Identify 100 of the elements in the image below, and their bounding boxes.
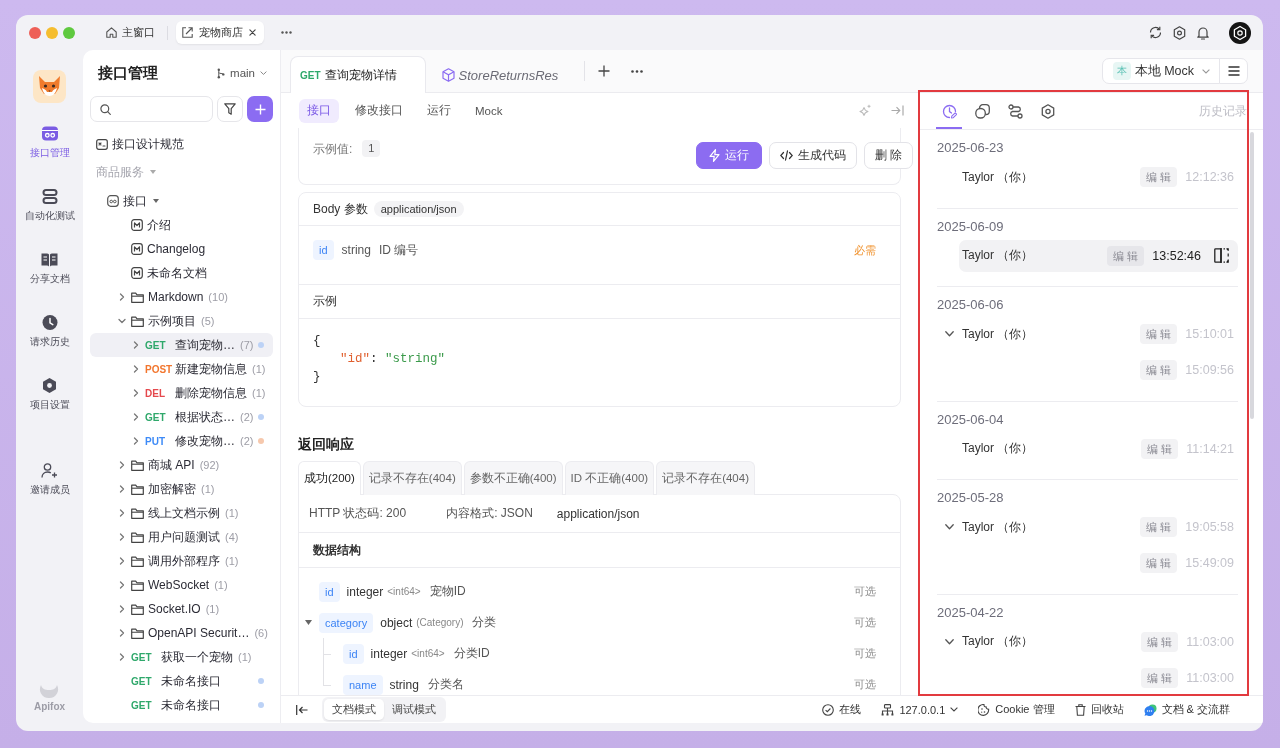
refresh-button[interactable] — [1147, 24, 1163, 41]
tree-item[interactable]: DEL 删除宠物信息 (1) — [90, 381, 273, 405]
chevron-icon[interactable] — [945, 524, 954, 530]
tree-item[interactable]: WebSocket (1) — [90, 573, 273, 597]
history-entry[interactable]: Taylor （你） 编 辑 19:05:58 — [959, 512, 1238, 542]
chevron-down-icon — [1202, 68, 1210, 74]
nav-item[interactable]: 项目设置 — [16, 376, 83, 439]
tree-item[interactable]: GET 获取一个宠物 (1) — [90, 645, 273, 669]
nav-item[interactable]: 邀请成员 — [16, 461, 83, 524]
action-button[interactable]: 生成代码 — [768, 142, 857, 169]
tree-item[interactable]: 线上文档示例 (1) — [90, 501, 273, 525]
view-tab[interactable]: 接口 — [299, 98, 339, 123]
mode-tab[interactable]: 文档模式 — [324, 699, 384, 720]
response-info: 内容格式: JSON — [446, 505, 533, 522]
tree-item[interactable]: POST 新建宠物信息 (1) — [90, 357, 273, 381]
response-tab[interactable]: ID 不正确(400) — [564, 461, 655, 495]
field-type: integer — [346, 584, 384, 599]
document-tab[interactable]: GET 查询宠物详情 — [290, 56, 426, 93]
field-name: id — [313, 240, 334, 260]
tree-item[interactable]: Markdown (10) — [90, 285, 273, 309]
tree-item[interactable]: GET 查询宠物… (7) — [90, 333, 273, 357]
tree-item[interactable]: 商城 API (92) — [90, 453, 273, 477]
tree-item[interactable]: 接口设计规范 — [90, 132, 273, 156]
fox-logo-icon[interactable] — [33, 70, 66, 103]
scrollbar-thumb[interactable] — [1250, 132, 1254, 419]
window-tab[interactable]: 宠物商店 — [176, 21, 264, 44]
environment-selector[interactable]: 本 本地 Mock — [1101, 58, 1220, 84]
tree-item[interactable]: 未命名文档 — [90, 261, 273, 285]
filter-button[interactable] — [217, 96, 244, 122]
branch-selector[interactable]: main — [217, 67, 267, 79]
action-tag: 编 辑 — [1140, 517, 1178, 537]
tree-item[interactable]: OpenAPI Securit… (6) — [90, 621, 273, 645]
action-button[interactable]: 删 除 — [863, 142, 913, 169]
tree-item[interactable]: Socket.IO (1) — [90, 597, 273, 621]
settings-button[interactable] — [1171, 24, 1187, 41]
status-item[interactable]: 127.0.0.1 — [881, 702, 959, 717]
avatar-icon[interactable] — [1229, 21, 1251, 44]
view-tab[interactable]: 运行 — [419, 98, 459, 123]
view-tab[interactable]: Mock — [467, 98, 511, 123]
book-icon — [41, 251, 58, 268]
tree-item[interactable]: 示例项目 (5) — [90, 309, 273, 333]
view-tab[interactable]: 修改接口 — [347, 98, 411, 123]
history-entry[interactable]: Taylor （你） 编 辑 13:52:46 — [959, 239, 1238, 272]
clock-icon — [41, 314, 58, 331]
optional-label: 可选 — [854, 677, 876, 692]
response-tab[interactable]: 记录不存在(404) — [362, 461, 462, 495]
window-tab[interactable]: 主窗口 — [100, 21, 161, 44]
nav-item[interactable]: 分享文档 — [16, 250, 83, 313]
tree-item[interactable]: 用户问题测试 (4) — [90, 525, 273, 549]
tree-item[interactable]: GET 未命名接口 — [90, 693, 273, 717]
more-icon — [280, 31, 292, 34]
required-label: 必需 — [854, 243, 876, 258]
close-button[interactable] — [29, 26, 41, 39]
mode-tab[interactable]: 调试模式 — [384, 699, 444, 720]
history-entry[interactable]: Taylor （你） 编 辑 11:14:21 — [959, 433, 1238, 464]
history-entry[interactable]: Taylor （你） 编 辑 12:12:36 — [959, 162, 1238, 192]
action-tag: 编 辑 — [1140, 324, 1178, 344]
optional-label: 可选 — [854, 646, 876, 661]
add-button[interactable] — [247, 96, 273, 122]
close-icon[interactable] — [249, 29, 256, 36]
status-item[interactable]: 文档 & 交流群 — [1143, 702, 1230, 717]
trash-icon — [1074, 703, 1086, 716]
status-item[interactable]: Cookie 管理 — [978, 702, 1055, 717]
history-entry[interactable]: Taylor （你） 编 辑 11:03:00 — [959, 626, 1238, 657]
add-user-icon — [41, 462, 58, 479]
collapse-sidebar-button[interactable] — [296, 702, 308, 717]
document-tab[interactable]: StoreReturnsRes — [431, 56, 569, 93]
tree-item[interactable]: 加密解密 (1) — [90, 477, 273, 501]
nav-item[interactable]: 请求历史 — [16, 313, 83, 376]
response-tab[interactable]: 记录不存在(404) — [656, 461, 755, 495]
chevron-icon[interactable] — [945, 331, 954, 337]
tree-item[interactable]: 接口 — [90, 189, 273, 213]
tree-item[interactable]: PUT 修改宠物… (2) — [90, 429, 273, 453]
tree-item[interactable]: 介绍 — [90, 213, 273, 237]
plus-icon — [254, 103, 266, 115]
status-item[interactable]: 在线 — [822, 702, 862, 717]
caret-icon[interactable] — [305, 620, 312, 625]
split-view-icon[interactable] — [1214, 248, 1229, 263]
tree-item[interactable]: Changelog — [90, 237, 273, 261]
nav-item[interactable]: 自动化测试 — [16, 187, 83, 250]
tree-item[interactable]: 调用外部程序 (1) — [90, 549, 273, 573]
field-format: (Category) — [416, 617, 464, 628]
action-tag: 编 辑 — [1141, 631, 1179, 652]
tree-item[interactable]: GET 根据状态… (2) — [90, 405, 273, 429]
action-button[interactable]: 运行 — [695, 142, 762, 169]
field-description: 分类ID — [453, 645, 490, 662]
notifications-button[interactable] — [1195, 24, 1211, 41]
status-item[interactable]: 回收站 — [1074, 702, 1124, 717]
new-tab-button[interactable] — [597, 63, 612, 79]
menu-button[interactable] — [1219, 58, 1248, 84]
field-type: string — [341, 242, 371, 259]
response-tab[interactable]: 参数不正确(400) — [463, 461, 563, 495]
history-entry[interactable]: Taylor （你） 编 辑 15:10:01 — [959, 319, 1238, 349]
tree-item[interactable]: GET 未命名接口 — [90, 669, 273, 693]
nav-item[interactable]: 接口管理 — [16, 124, 83, 187]
network-icon — [881, 703, 895, 716]
field-description: 分类 — [472, 614, 497, 631]
response-tab[interactable]: 成功(200) — [298, 461, 361, 495]
chevron-icon[interactable] — [945, 638, 954, 645]
search-field[interactable] — [90, 96, 214, 122]
